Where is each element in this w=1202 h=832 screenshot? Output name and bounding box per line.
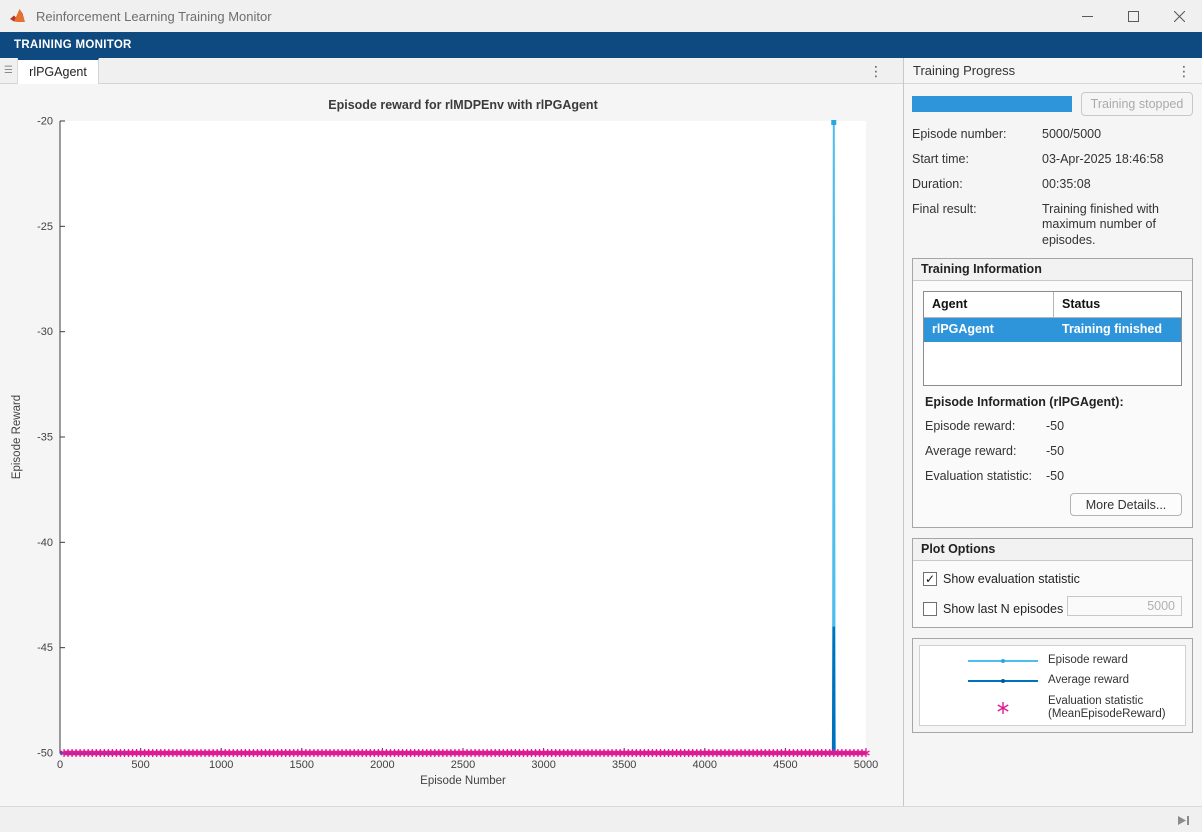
training-information-panel: Training Information Agent Status rlPGAg… xyxy=(912,258,1193,528)
final-result-label: Final result: xyxy=(912,202,977,216)
evaluation-statistic-label: Evaluation statistic: xyxy=(925,469,1032,483)
status-cell: Training finished xyxy=(1062,322,1163,336)
episode-reward-line-icon xyxy=(968,653,1038,669)
checkbox-label-0: Show evaluation statistic xyxy=(943,572,1080,586)
svg-text:4000: 4000 xyxy=(693,759,717,771)
checkbox-box-1[interactable]: ✓ xyxy=(923,602,937,616)
ribbon-tab-training-monitor[interactable]: TRAINING MONITOR xyxy=(0,32,146,58)
document-tab-strip: ☰ rlPGAgent ⋮ xyxy=(0,58,903,84)
tab-rlpgagent[interactable]: rlPGAgent xyxy=(18,58,99,84)
svg-text:1500: 1500 xyxy=(290,759,314,771)
svg-text:Episode Reward: Episode Reward xyxy=(11,395,23,479)
ribbon-toolstrip: TRAINING MONITOR xyxy=(0,32,1202,58)
evaluation-statistic-value: -50 xyxy=(1046,469,1065,483)
plot-options-title: Plot Options xyxy=(913,539,1192,561)
expand-panel-icon[interactable] xyxy=(1174,812,1192,828)
matlab-logo-icon xyxy=(10,8,25,22)
table-header-row: Agent Status xyxy=(924,292,1181,318)
legend-box: Episode reward Average reward Evaluation… xyxy=(919,645,1186,726)
legend-entry-average-reward: Average reward xyxy=(968,673,1185,689)
last-n-episodes-input[interactable] xyxy=(1067,596,1182,616)
table-row[interactable]: rlPGAgent Training finished xyxy=(924,318,1181,342)
training-stopped-button[interactable]: Training stopped xyxy=(1081,92,1193,116)
svg-text:-30: -30 xyxy=(37,326,53,338)
svg-text:-35: -35 xyxy=(37,432,53,444)
evaluation-asterisk-icon xyxy=(968,700,1038,716)
svg-text:3500: 3500 xyxy=(612,759,636,771)
svg-text:-40: -40 xyxy=(37,537,53,549)
agent-column-header: Agent xyxy=(924,292,1054,317)
status-bar xyxy=(0,806,1202,832)
legend-entry-evaluation-statistic: Evaluation statistic (MeanEpisodeReward) xyxy=(968,695,1185,721)
svg-text:-45: -45 xyxy=(37,642,53,654)
training-progress-bar xyxy=(912,96,1072,112)
maximize-button[interactable] xyxy=(1110,0,1156,32)
svg-text:1000: 1000 xyxy=(209,759,233,771)
app-window: Reinforcement Learning Training Monitor … xyxy=(0,0,1202,832)
training-information-title: Training Information xyxy=(913,259,1192,281)
training-chart: Episode reward for rlMDPEnv with rlPGAge… xyxy=(11,98,878,787)
start-time-value: 03-Apr-2025 18:46:58 xyxy=(1042,152,1164,166)
episode-number-value: 5000/5000 xyxy=(1042,127,1102,141)
svg-text:Episode reward for rlMDPEnv wi: Episode reward for rlMDPEnv with rlPGAge… xyxy=(328,98,598,112)
panel-menu-icon[interactable]: ⋮ xyxy=(1174,60,1194,82)
progress-fill xyxy=(912,96,1072,112)
agent-cell: rlPGAgent xyxy=(932,322,994,336)
legend-label: Episode reward xyxy=(1048,654,1128,667)
final-result-value: Training finished with maximum number of… xyxy=(1042,202,1159,247)
show-evaluation-statistic-row[interactable]: ✓ Show evaluation statistic xyxy=(923,569,1080,589)
svg-text:0: 0 xyxy=(57,759,63,771)
window-title: Reinforcement Learning Training Monitor xyxy=(36,8,272,24)
svg-text:-20: -20 xyxy=(37,116,53,128)
panel-title: Training Progress xyxy=(913,63,1016,78)
chart-document: Episode reward for rlMDPEnv with rlPGAge… xyxy=(0,84,902,806)
episode-reward-value: -50 xyxy=(1046,419,1065,433)
tab-grip-icon[interactable]: ☰ xyxy=(0,58,18,83)
average-reward-label: Average reward: xyxy=(925,444,1017,458)
legend-entry-episode-reward: Episode reward xyxy=(968,653,1185,669)
legend-panel: Episode reward Average reward Evaluation… xyxy=(912,638,1193,733)
episode-reward-label: Episode reward: xyxy=(925,419,1016,433)
svg-text:-50: -50 xyxy=(37,748,53,760)
episode-number-label: Episode number: xyxy=(912,127,1007,141)
duration-label: Duration: xyxy=(912,177,963,191)
title-bar: Reinforcement Learning Training Monitor xyxy=(0,0,1202,32)
svg-text:Episode Number: Episode Number xyxy=(420,775,506,787)
svg-text:2500: 2500 xyxy=(451,759,475,771)
duration-value: 00:35:08 xyxy=(1042,177,1091,191)
episode-information-title: Episode Information (rlPGAgent): xyxy=(925,395,1124,409)
agent-status-table: Agent Status rlPGAgent Training finished xyxy=(923,291,1182,386)
minimize-button[interactable] xyxy=(1064,0,1110,32)
svg-text:500: 500 xyxy=(131,759,149,771)
legend-label: Evaluation statistic (MeanEpisodeReward) xyxy=(1048,695,1166,721)
average-reward-value: -50 xyxy=(1046,444,1065,458)
plot-options-panel: Plot Options ✓ Show evaluation statistic… xyxy=(912,538,1193,628)
show-last-n-episodes-row[interactable]: ✓ Show last N episodes xyxy=(923,599,1063,619)
close-button[interactable] xyxy=(1156,0,1202,32)
more-details-button[interactable]: More Details... xyxy=(1070,493,1182,516)
checkbox-box-0[interactable]: ✓ xyxy=(923,572,937,586)
svg-text:-25: -25 xyxy=(37,221,53,233)
checkbox-label-1: Show last N episodes xyxy=(943,602,1064,616)
status-column-header: Status xyxy=(1062,297,1101,311)
svg-text:4500: 4500 xyxy=(773,759,797,771)
start-time-label: Start time: xyxy=(912,152,969,166)
training-progress-panel: Training Progress ⋮ Training stopped Epi… xyxy=(903,58,1202,806)
checkmark-icon: ✓ xyxy=(924,572,936,586)
average-reward-line-icon xyxy=(968,673,1038,689)
tab-strip-menu-icon[interactable]: ⋮ xyxy=(865,60,887,82)
svg-text:5000: 5000 xyxy=(854,759,878,771)
svg-text:2000: 2000 xyxy=(370,759,394,771)
legend-label: Average reward xyxy=(1048,674,1129,687)
panel-header: Training Progress ⋮ xyxy=(904,58,1202,84)
svg-text:3000: 3000 xyxy=(531,759,555,771)
